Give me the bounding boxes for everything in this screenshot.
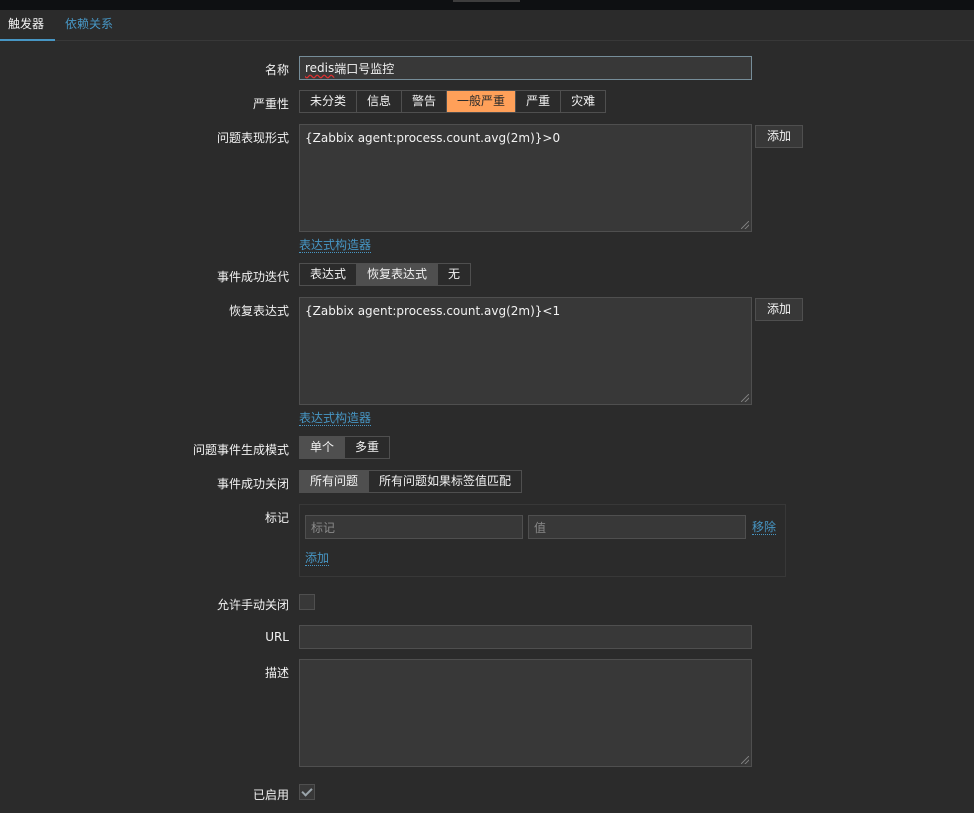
description-textarea[interactable] (299, 659, 752, 767)
problem-expression-label: 问题表现形式 (216, 131, 289, 145)
manual-close-label: 允许手动关闭 (216, 598, 289, 612)
ok-event-closes-selector: 所有问题 所有问题如果标签值匹配 (299, 470, 523, 493)
recovery-expression-builder-link[interactable]: 表达式构造器 (299, 411, 372, 426)
name-value-rest: 端口号监控 (334, 61, 395, 76)
ok-event-generation-selector: 表达式 恢复表达式 无 (299, 263, 472, 286)
ok-event-none[interactable]: 无 (438, 264, 470, 285)
recovery-expression-label: 恢复表达式 (228, 304, 289, 318)
severity-high[interactable]: 严重 (516, 91, 562, 112)
tag-value-input[interactable]: 值 (528, 515, 746, 539)
severity-average[interactable]: 一般严重 (447, 91, 517, 112)
recovery-expression-value: {Zabbix agent:process.count.avg(2m)}<1 (305, 304, 561, 318)
problem-event-mode-selector: 单个 多重 (299, 436, 391, 459)
severity-not-classified[interactable]: 未分类 (300, 91, 358, 112)
tag-name-placeholder: 标记 (311, 520, 336, 535)
enabled-checkbox[interactable] (299, 784, 315, 800)
ok-event-recovery-expression[interactable]: 恢复表达式 (357, 264, 439, 285)
check-icon (301, 785, 313, 797)
name-label: 名称 (264, 63, 289, 77)
ok-event-closes-tag-match[interactable]: 所有问题如果标签值匹配 (369, 471, 521, 492)
severity-selector: 未分类 信息 警告 一般严重 严重 灾难 (299, 90, 607, 113)
problem-expression-value: {Zabbix agent:process.count.avg(2m)}>0 (305, 131, 561, 145)
problem-expression-textarea[interactable]: {Zabbix agent:process.count.avg(2m)}>0 (299, 124, 752, 232)
resize-grip-icon[interactable] (741, 756, 749, 764)
url-input[interactable] (299, 625, 752, 649)
top-bar (0, 0, 974, 10)
tab-trigger[interactable]: 触发器 (0, 10, 55, 41)
severity-information[interactable]: 信息 (357, 91, 403, 112)
manual-close-checkbox[interactable] (299, 594, 315, 610)
problem-expression-add-button[interactable]: 添加 (755, 125, 803, 148)
ok-event-expression[interactable]: 表达式 (300, 264, 358, 285)
ok-event-generation-label: 事件成功迭代 (216, 270, 289, 284)
url-label: URL (265, 630, 289, 644)
ok-event-closes-all[interactable]: 所有问题 (300, 471, 370, 492)
resize-grip-icon[interactable] (741, 221, 749, 229)
top-bar-tab (453, 0, 520, 2)
ok-event-closes-label: 事件成功关闭 (216, 477, 289, 491)
problem-event-mode-single[interactable]: 单个 (300, 437, 346, 458)
problem-event-mode-multiple[interactable]: 多重 (345, 437, 389, 458)
severity-warning[interactable]: 警告 (402, 91, 448, 112)
severity-disaster[interactable]: 灾难 (561, 91, 605, 112)
tab-bar: 触发器 依赖关系 (0, 10, 974, 41)
tag-name-input[interactable]: 标记 (305, 515, 523, 539)
name-value-misspelled: redis (305, 61, 335, 75)
severity-label: 严重性 (252, 97, 289, 111)
tag-add-link[interactable]: 添加 (305, 551, 330, 566)
tag-remove-link[interactable]: 移除 (752, 520, 777, 535)
problem-event-mode-label: 问题事件生成模式 (192, 443, 289, 457)
recovery-expression-textarea[interactable]: {Zabbix agent:process.count.avg(2m)}<1 (299, 297, 752, 405)
problem-expression-builder-link[interactable]: 表达式构造器 (299, 238, 372, 253)
tag-value-placeholder: 值 (534, 520, 547, 535)
recovery-expression-add-button[interactable]: 添加 (755, 298, 803, 321)
tags-label: 标记 (264, 511, 289, 525)
enabled-label: 已启用 (252, 788, 289, 802)
name-input[interactable]: redis 端口号监控 (299, 56, 752, 80)
resize-grip-icon[interactable] (741, 394, 749, 402)
description-label: 描述 (264, 666, 289, 680)
tab-dependencies[interactable]: 依赖关系 (57, 10, 121, 41)
